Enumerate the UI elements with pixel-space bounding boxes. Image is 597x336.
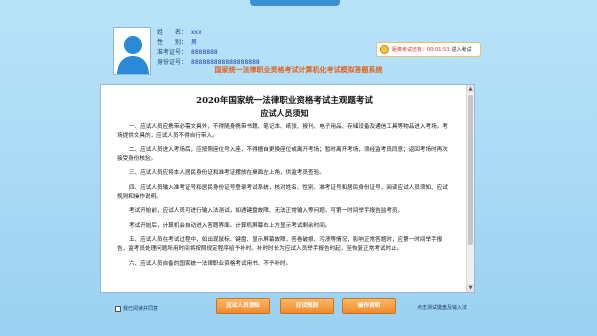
gender-value: 男 (191, 39, 198, 46)
document-scrollbar[interactable]: ▲ ▼ (466, 85, 474, 292)
paragraph: 三、应试人员应将本人居民身份证和准考证摆放在桌面左上角，供监考员查验。 (129, 170, 325, 177)
gender-label: 性 别： (157, 39, 188, 46)
agree-checkbox-row[interactable]: 我已阅读并同意 (115, 305, 158, 312)
keyboard-test-link[interactable]: 点击测试键盘及输入法 (417, 304, 467, 311)
countdown-timer[interactable]: 距离考试还有： 00:01:53 进入考试 (376, 42, 481, 57)
paragraph: 四、应试人员输入准考证号和居民身份证号登录考试系统，核对姓名、性别、准考证号和居… (117, 184, 448, 200)
clock-icon (380, 45, 389, 54)
agree-checkbox[interactable] (115, 305, 121, 312)
timer-label: 距离考试还有： (392, 47, 428, 53)
system-banner: 国家统一法律职业资格考试计算机化考试模拟答题系统 (214, 66, 383, 74)
document-title: 2020年国家统一法律职业资格考试主观题考试 (196, 96, 373, 106)
notice-document: 2020年国家统一法律职业资格考试主观题考试 应试人员须知 一、应试人员应携带必… (100, 84, 475, 293)
scroll-down-icon[interactable]: ▼ (467, 284, 474, 292)
paragraph: 二、应试人员进入考场后，应按照座位号入座，不得擅自更换座位或离开考场；暂时离开考… (117, 147, 448, 162)
admission-label: 准考证号： (157, 49, 188, 56)
timer-value: 00:01:53 (427, 46, 450, 53)
top-tab (250, 0, 340, 6)
paragraph: 考试开始前，应试人员可进行输入法测试，如遇键盘故障、无法正常输入等问题，可第一时… (129, 208, 404, 215)
candidate-info: 姓 名： xxx 性 别：男 准考证号： 8888888 身份证号： 88888888… (157, 28, 260, 68)
name-label: 姓 名： (157, 29, 188, 36)
paragraph: 一、应试人员应携带必需文具外，不得随身携带书籍、笔记本、纸张、报刊、电子用品、存… (117, 124, 448, 139)
document-subtitle: 应试人员须知 (260, 108, 309, 118)
scroll-thumb[interactable] (468, 95, 473, 245)
notice-button[interactable]: 应试人员须知 (216, 298, 270, 314)
instructions-button[interactable]: 操作说明 (342, 298, 396, 314)
enter-exam-link[interactable]: 进入考试 (451, 46, 471, 53)
agree-label: 我已阅读并同意 (123, 306, 159, 312)
paragraph: 五、应试人员在考试过程中，如出现鼠标、键盘、显示屏幕故障，答卷破损、污渍等情况，… (117, 237, 443, 252)
paragraph: 六、应试人员自备的国家统一法律职业资格考试用书、不予补时。 (129, 260, 292, 267)
scroll-up-icon[interactable]: ▲ (467, 85, 474, 93)
name-value: xxx (191, 29, 202, 36)
admission-value: 8888888 (191, 49, 218, 56)
paragraph: 考试开始后，计算机会自动进入答题界面。计算机屏幕右上方显示考试剩余时间。 (129, 222, 331, 229)
rules-button[interactable]: 应试规则 (280, 298, 334, 314)
